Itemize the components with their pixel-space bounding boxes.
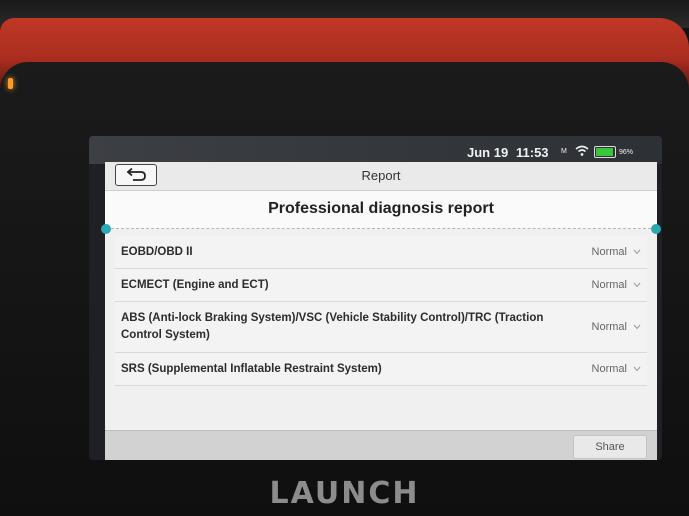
right-notch (651, 224, 661, 234)
system-status: Normal (592, 321, 641, 333)
title-bar: Report (105, 162, 657, 191)
dotted-divider (111, 228, 651, 229)
chevron-down-icon (633, 282, 641, 288)
chevron-down-icon (633, 249, 641, 255)
status-text: Normal (591, 246, 627, 258)
system-row-eobd[interactable]: EOBD/OBD II Normal (115, 236, 647, 269)
power-led (8, 78, 13, 89)
system-list: EOBD/OBD II Normal ECMECT (Engine and EC… (115, 236, 647, 386)
status-date: Jun 19 (467, 145, 509, 160)
status-text: Normal (591, 279, 627, 291)
share-button[interactable]: Share (573, 435, 647, 459)
system-row-ecmect[interactable]: ECMECT (Engine and ECT) Normal (115, 269, 647, 302)
wifi-icon (575, 145, 589, 156)
chevron-down-icon (633, 324, 641, 330)
report-header: Professional diagnosis report (101, 191, 661, 234)
device-brand-logo: LAUNCH (269, 476, 420, 511)
device-screen: Jun 19 11:53 M 96% Report Professional d… (89, 136, 662, 460)
battery-icon (594, 146, 616, 158)
page-title: Report (361, 168, 401, 183)
system-row-srs[interactable]: SRS (Supplemental Inflatable Restraint S… (115, 353, 647, 386)
status-text: Normal (591, 363, 627, 375)
bottom-toolbar: Share (105, 430, 657, 460)
system-name: ABS (Anti-lock Braking System)/VSC (Vehi… (121, 312, 544, 341)
status-time: 11:53 (516, 145, 549, 160)
system-row-abs[interactable]: ABS (Anti-lock Braking System)/VSC (Vehi… (115, 302, 647, 353)
status-bar: Jun 19 11:53 M 96% (89, 136, 662, 164)
network-indicator: M (561, 148, 567, 155)
system-name: EOBD/OBD II (121, 245, 193, 258)
status-text: Normal (591, 321, 627, 333)
battery-percent: 96% (619, 149, 634, 156)
left-notch (101, 224, 111, 234)
system-status: Normal (592, 279, 641, 291)
battery-fill (596, 148, 613, 156)
system-status: Normal (592, 246, 641, 258)
system-status: Normal (592, 363, 641, 375)
system-name: SRS (Supplemental Inflatable Restraint S… (121, 362, 382, 375)
report-window: Report Professional diagnosis report EOB… (101, 162, 661, 460)
system-name: ECMECT (Engine and ECT) (121, 278, 269, 291)
report-heading: Professional diagnosis report (268, 200, 494, 217)
chevron-down-icon (633, 366, 641, 372)
